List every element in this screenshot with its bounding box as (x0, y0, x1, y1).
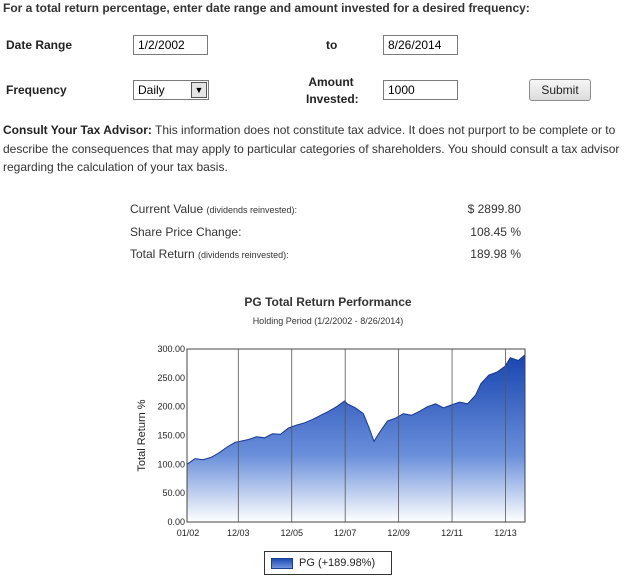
start-date-input[interactable]: 1/2/2002 (133, 35, 208, 55)
x-tick-label: 12/13 (494, 528, 517, 538)
y-tick-label: 50.00 (162, 488, 185, 498)
intro-text: For a total return percentage, enter dat… (3, 1, 530, 15)
disclaimer-heading: Consult Your Tax Advisor: (3, 123, 152, 137)
frequency-select[interactable]: Daily ▼ (133, 80, 209, 100)
chart-legend: PG (+189.98%) (264, 551, 392, 575)
y-tick-label: 100.00 (157, 459, 185, 469)
share-price-change-value: 108.45 % (470, 225, 521, 239)
total-return-label-text: Total Return (130, 247, 195, 261)
current-value: $ 2899.80 (467, 202, 521, 216)
y-tick-label: 0.00 (167, 517, 185, 527)
to-label: to (326, 38, 338, 52)
total-return-chart: 0.0050.00100.00150.00200.00250.00300.00 … (136, 344, 526, 538)
x-tick-label: 12/11 (441, 528, 463, 538)
amount-invested-label: Amount Invested: (306, 74, 359, 108)
legend-label: PG (+189.98%) (299, 557, 376, 569)
amount-invested-input[interactable]: 1000 (383, 80, 458, 100)
y-tick-label: 200.00 (157, 402, 185, 412)
date-range-label: Date Range (6, 38, 73, 52)
y-axis-label: Total Return % (136, 399, 148, 471)
total-return-note: (dividends reinvested): (198, 250, 289, 260)
chart-subtitle: Holding Period (1/2/2002 - 8/26/2014) (252, 316, 404, 326)
y-tick-label: 300.00 (157, 344, 185, 354)
x-tick-label: 12/05 (280, 528, 303, 538)
submit-button[interactable]: Submit (529, 79, 591, 101)
frequency-label: Frequency (6, 83, 67, 97)
amount-label-line2: Invested: (306, 92, 359, 106)
current-value-label: Current Value (dividends reinvested): (130, 202, 297, 216)
pg-return-area (186, 353, 526, 523)
share-price-change-label: Share Price Change: (130, 225, 242, 239)
current-value-note: (dividends reinvested): (206, 205, 298, 215)
chart-title: PG Total Return Performance (244, 295, 412, 309)
x-tick-label: 01/02 (177, 528, 200, 538)
x-tick-label: 12/09 (387, 528, 410, 538)
chevron-down-icon[interactable]: ▼ (191, 82, 207, 98)
tax-disclaimer: Consult Your Tax Advisor: This informati… (3, 121, 639, 177)
x-tick-label: 12/07 (334, 528, 357, 538)
y-tick-label: 250.00 (157, 373, 185, 383)
legend-swatch (271, 557, 293, 569)
current-value-label-text: Current Value (130, 202, 204, 216)
total-return-value: 189.98 % (470, 247, 521, 261)
end-date-input[interactable]: 8/26/2014 (383, 35, 458, 55)
total-return-label: Total Return (dividends reinvested): (130, 247, 289, 261)
x-tick-label: 12/03 (227, 528, 250, 538)
amount-label-line1: Amount (308, 75, 354, 89)
frequency-selected-value: Daily (138, 83, 165, 97)
y-tick-label: 150.00 (157, 431, 185, 441)
